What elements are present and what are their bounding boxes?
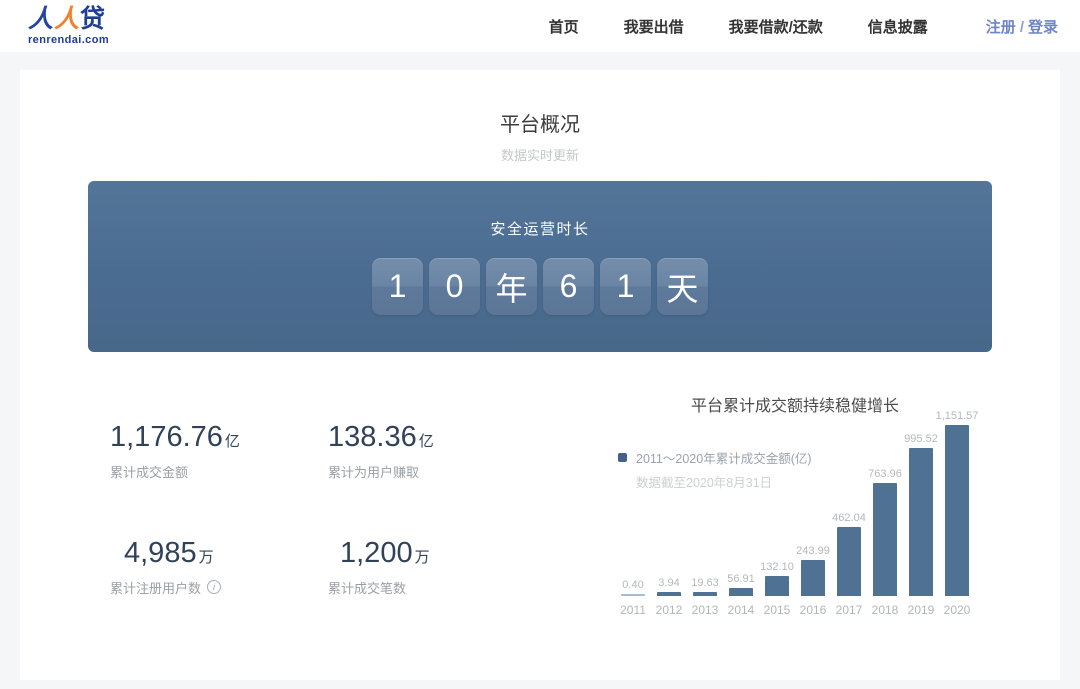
chart-bar-column: 462.04 [831, 512, 867, 596]
bar-value-label: 243.99 [796, 545, 830, 557]
info-icon[interactable]: i [207, 580, 221, 594]
stat-value: 4,985 [124, 538, 197, 570]
stat-label-text: 累计成交笔数 [328, 578, 406, 597]
stat-label: 累计为用户赚取 [328, 462, 434, 481]
stat-label-text: 累计注册用户数 [110, 578, 201, 597]
year-label: 2017 [831, 603, 867, 617]
year-label: 2018 [867, 603, 903, 617]
chart-bar-column: 3.94 [651, 577, 687, 596]
operation-banner: 安全运营时长 1 0 年 6 1 天 [88, 181, 992, 352]
stat-unit: 万 [415, 550, 430, 567]
chart-bar-column: 763.96 [867, 468, 903, 596]
stat-value: 138.36 [328, 422, 417, 454]
stat-label-text: 累计为用户赚取 [328, 462, 419, 481]
year-label: 2011 [615, 603, 651, 617]
bar [657, 592, 681, 596]
year-label: 2016 [795, 603, 831, 617]
auth-links: 注册/登录 [986, 16, 1058, 37]
flip-tiles: 1 0 年 6 1 天 [88, 258, 992, 315]
flip-tile: 年 [486, 258, 537, 315]
nav-item-borrow-repay[interactable]: 我要借款/还款 [729, 16, 823, 37]
logo-cn-text: 人人贷 [28, 7, 109, 32]
bar [945, 425, 969, 596]
bar-value-label: 462.04 [832, 512, 866, 524]
cumulative-turnover-chart: 0.40 3.94 19.63 56.91 132.10243.99 462.04 763.… [615, 388, 990, 658]
stat-label: 累计成交金额 [110, 462, 240, 481]
bar-value-label: 132.10 [760, 561, 794, 573]
year-label: 2020 [939, 603, 975, 617]
chart-x-axis: 2011201220132014201520162017201820192020 [615, 603, 975, 617]
chart-bar-column: 132.10 [759, 561, 795, 596]
logo[interactable]: 人人贷 renrendai.com [28, 7, 109, 46]
chart-bar-column: 1,151.57 [939, 410, 975, 596]
bar [621, 594, 645, 596]
legend-marker [618, 453, 627, 462]
bar [693, 592, 717, 596]
year-label: 2015 [759, 603, 795, 617]
stat-label: 累计成交笔数 [328, 578, 430, 597]
content-card: 平台概况 数据实时更新 安全运营时长 1 0 年 6 1 天 1,176.76 … [20, 70, 1060, 680]
chart-plot: 0.40 3.94 19.63 56.91 132.10243.99 462.04 763.… [615, 388, 975, 596]
stat-unit: 亿 [419, 434, 434, 451]
bar-value-label: 3.94 [658, 577, 679, 589]
flip-tile: 6 [543, 258, 594, 315]
chart-bar-column: 995.52 [903, 433, 939, 596]
bar-value-label: 995.52 [904, 433, 938, 445]
flip-tile: 0 [429, 258, 480, 315]
stat-label: 累计注册用户数 i [110, 578, 221, 597]
nav-item-lend[interactable]: 我要出借 [624, 16, 684, 37]
top-header: 人人贷 renrendai.com 首页 我要出借 我要借款/还款 信息披露 注… [0, 0, 1080, 52]
stat-label-text: 累计成交金额 [110, 462, 188, 481]
bar [909, 448, 933, 596]
logo-domain: renrendai.com [28, 35, 109, 46]
logo-char-ren1: 人 [28, 5, 54, 33]
auth-divider: / [1020, 19, 1024, 36]
chart-title: 平台累计成交额持续稳健增长 [615, 392, 975, 416]
bar [873, 483, 897, 596]
stat-unit: 万 [199, 550, 214, 567]
nav-item-home[interactable]: 首页 [549, 16, 579, 37]
stat-total-turnover: 1,176.76 亿 累计成交金额 [110, 422, 240, 481]
bar-value-label: 763.96 [868, 468, 902, 480]
legend-note: 数据截至2020年8月31日 [636, 472, 812, 491]
stat-unit: 亿 [225, 434, 240, 451]
bar-value-label: 56.91 [727, 573, 755, 585]
bar [729, 588, 753, 596]
bar-value-label: 0.40 [622, 579, 643, 591]
register-link[interactable]: 注册 [986, 19, 1016, 36]
logo-char-dai: 贷 [80, 5, 106, 33]
chart-bar-column: 56.91 [723, 573, 759, 596]
logo-char-ren2: 人 [54, 5, 80, 33]
stat-registered-users: 4,985 万 累计注册用户数 i [110, 538, 221, 597]
login-link[interactable]: 登录 [1028, 19, 1058, 36]
flip-tile: 1 [372, 258, 423, 315]
chart-bar-column: 0.40 [615, 579, 651, 596]
main-nav: 首页 我要出借 我要借款/还款 信息披露 注册/登录 [504, 16, 1058, 37]
stat-user-earnings: 138.36 亿 累计为用户赚取 [328, 422, 434, 481]
bar [765, 576, 789, 596]
page-subtitle: 数据实时更新 [20, 145, 1060, 164]
stat-value: 1,200 [340, 538, 413, 570]
stat-total-deals: 1,200 万 累计成交笔数 [328, 538, 430, 597]
stat-value: 1,176.76 [110, 422, 223, 454]
nav-item-disclosure[interactable]: 信息披露 [868, 16, 928, 37]
bar [837, 527, 861, 596]
chart-bar-column: 19.63 [687, 577, 723, 596]
bar [801, 560, 825, 596]
flip-tile: 1 [600, 258, 651, 315]
banner-title: 安全运营时长 [88, 218, 992, 239]
legend-label: 2011～2020年累计成交金额(亿) [636, 448, 812, 467]
year-label: 2019 [903, 603, 939, 617]
chart-legend: 2011～2020年累计成交金额(亿) 数据截至2020年8月31日 [618, 448, 812, 491]
bar-value-label: 19.63 [691, 577, 719, 589]
flip-tile: 天 [657, 258, 708, 315]
year-label: 2012 [651, 603, 687, 617]
year-label: 2014 [723, 603, 759, 617]
chart-bar-column: 243.99 [795, 545, 831, 596]
page-title: 平台概况 [20, 108, 1060, 137]
year-label: 2013 [687, 603, 723, 617]
